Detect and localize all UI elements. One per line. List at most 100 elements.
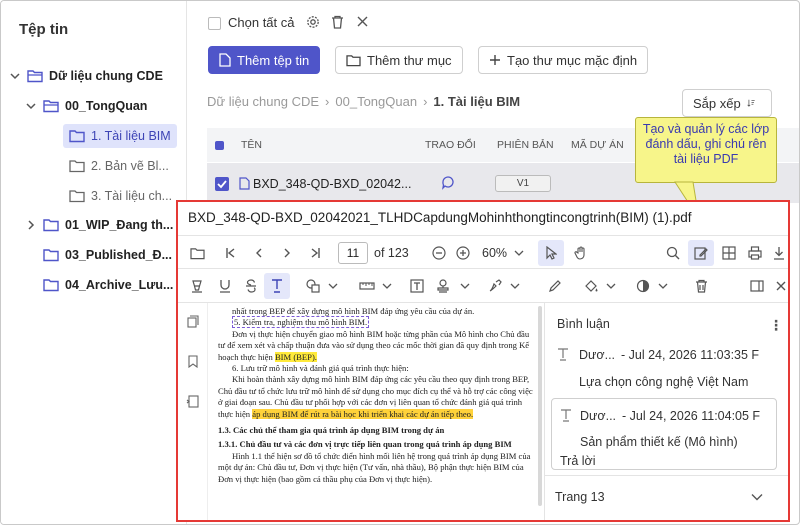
- delete-annotation-icon[interactable]: [688, 273, 714, 299]
- reply-link[interactable]: Trả lời: [560, 454, 596, 468]
- grid-view-icon[interactable]: [716, 240, 742, 266]
- panel-toggle-icon[interactable]: [744, 273, 770, 299]
- folder-icon: [69, 159, 85, 173]
- tree-item-label: 04_Archive_Lưu...: [65, 278, 174, 292]
- highlight-annotation[interactable]: áp dụng BIM để rút ra bài học khi triển …: [252, 408, 474, 419]
- pdf-file-icon: [239, 177, 250, 190]
- signature-icon[interactable]: [482, 273, 508, 299]
- highlight-icon[interactable]: [184, 273, 210, 299]
- last-page-icon[interactable]: [302, 240, 328, 266]
- folder-icon[interactable]: [184, 240, 210, 266]
- print-icon[interactable]: [742, 240, 768, 266]
- column-header-project-code[interactable]: MÃ DỰ ÁN: [571, 139, 624, 151]
- row-checkbox[interactable]: [215, 177, 229, 191]
- first-page-icon[interactable]: [218, 240, 244, 266]
- trash-icon[interactable]: [331, 15, 344, 29]
- tree-item-03-published[interactable]: 03_Published_Đ...: [43, 243, 172, 267]
- tree-item-tai-lieu-ch[interactable]: 3. Tài liệu ch...: [69, 184, 172, 208]
- comment-text: Sản phẩm thiết kế (Mô hình): [580, 435, 738, 449]
- zoom-level[interactable]: 60%: [482, 246, 507, 260]
- highlight-annotation[interactable]: BIM (BEP).: [274, 351, 317, 362]
- stamp-icon[interactable]: [430, 273, 456, 299]
- chevron-down-icon[interactable]: [25, 100, 37, 112]
- tree-item-label: 01_WIP_Đang th...: [65, 218, 174, 232]
- sort-label: Sắp xếp: [693, 95, 741, 111]
- tree-item-04-archive[interactable]: 04_Archive_Lưu...: [43, 273, 173, 297]
- chat-icon[interactable]: [441, 176, 455, 190]
- viewer-left-rail: [178, 303, 208, 520]
- zoom-in-icon[interactable]: [450, 240, 476, 266]
- breadcrumb-separator: ›: [423, 94, 428, 109]
- doc-line: 5. Kiểm tra, nghiệm thu mô hình BIM.: [218, 316, 536, 329]
- page-total: of 123: [374, 246, 409, 260]
- add-folder-button[interactable]: Thêm thư mục: [335, 46, 463, 74]
- zoom-out-icon[interactable]: [426, 240, 452, 266]
- chevron-down-icon[interactable]: [514, 249, 524, 257]
- select-all-checkbox[interactable]: [208, 17, 221, 30]
- search-icon[interactable]: [660, 240, 686, 266]
- chevron-down-icon[interactable]: [460, 282, 470, 290]
- close-icon[interactable]: [356, 15, 369, 28]
- measure-icon[interactable]: [354, 273, 380, 299]
- column-header-exchange[interactable]: TRAO ĐỔI: [425, 139, 476, 151]
- prev-page-icon[interactable]: [246, 240, 272, 266]
- chevron-down-icon[interactable]: [658, 282, 668, 290]
- comment-card-selected[interactable]: Dươ... - Jul 24, 2026 11:04:05 F Sản phẩ…: [551, 398, 777, 470]
- column-header-version[interactable]: PHIÊN BẢN: [497, 139, 554, 151]
- create-default-folder-button[interactable]: Tạo thư mục mặc định: [478, 46, 649, 74]
- more-options-icon[interactable]: ⋮: [769, 317, 783, 334]
- chevron-down-icon[interactable]: [510, 282, 520, 290]
- next-page-icon[interactable]: [274, 240, 300, 266]
- viewer-title: BXD_348-QD-BXD_02042021_TLHDCapdungMohin…: [188, 210, 692, 225]
- breadcrumb-item[interactable]: 00_TongQuan: [335, 94, 417, 109]
- text-comment-icon: [560, 409, 572, 422]
- text-insert-icon[interactable]: [264, 273, 290, 299]
- box-annotation[interactable]: 5. Kiểm tra, nghiệm thu mô hình BIM.: [232, 316, 370, 329]
- chevron-down-icon[interactable]: [328, 282, 338, 290]
- tree-item-ban-ve[interactable]: 2. Bản vẽ Bl...: [69, 154, 169, 178]
- text-box-icon[interactable]: [404, 273, 430, 299]
- comment-author: Dươ...: [579, 348, 616, 362]
- pages-icon[interactable]: [187, 315, 199, 328]
- shapes-icon[interactable]: [300, 273, 326, 299]
- tree-item-tai-lieu-bim[interactable]: 1. Tài liệu BIM: [63, 124, 177, 148]
- underline-icon[interactable]: [212, 273, 238, 299]
- close-icon[interactable]: [768, 273, 788, 299]
- tree-item-01-wip[interactable]: 01_WIP_Đang th...: [25, 213, 173, 237]
- chevron-down-icon[interactable]: [9, 70, 21, 82]
- settings-icon[interactable]: [306, 15, 320, 29]
- header-checkbox[interactable]: [215, 140, 224, 150]
- annotate-edit-icon[interactable]: [688, 240, 714, 266]
- page-section-label[interactable]: Trang 13: [555, 490, 605, 504]
- chevron-right-icon[interactable]: [25, 219, 37, 231]
- outline-icon[interactable]: [186, 395, 199, 408]
- pen-draw-icon[interactable]: [542, 273, 568, 299]
- breadcrumb-item[interactable]: Dữ liệu chung CDE: [207, 94, 319, 109]
- strikethrough-icon[interactable]: [238, 273, 264, 299]
- doc-text: Đơn vị thực hiện chuyển giao mô hình BIM…: [218, 328, 530, 362]
- fill-color-icon[interactable]: [578, 273, 604, 299]
- comment-date: - Jul 24, 2026 11:04:05 F: [622, 409, 761, 423]
- add-folder-label: Thêm thư mục: [367, 52, 452, 68]
- download-icon[interactable]: [766, 240, 788, 266]
- breadcrumb-separator: ›: [325, 94, 330, 109]
- select-cursor-icon[interactable]: [538, 240, 564, 266]
- folder-open-icon: [43, 99, 59, 113]
- sort-button[interactable]: Sắp xếp: [682, 89, 772, 117]
- add-file-label: Thêm tệp tin: [237, 52, 310, 68]
- folder-icon: [69, 129, 85, 143]
- add-file-button[interactable]: Thêm tệp tin: [208, 46, 321, 74]
- page-number-input[interactable]: 11: [338, 242, 368, 264]
- comment-text[interactable]: Lựa chọn công nghệ Việt Nam: [579, 375, 748, 389]
- tree-item-00-tongquan[interactable]: 00_TongQuan: [25, 94, 147, 118]
- doc-scrollbar[interactable]: [538, 306, 542, 506]
- tree-item-du-lieu-chung[interactable]: Dữ liệu chung CDE: [9, 64, 163, 88]
- file-name[interactable]: BXD_348-QD-BXD_02042...: [253, 177, 411, 191]
- opacity-icon[interactable]: [630, 273, 656, 299]
- column-header-name[interactable]: TÊN: [241, 139, 262, 151]
- chevron-down-icon[interactable]: [751, 493, 763, 501]
- chevron-down-icon[interactable]: [382, 282, 392, 290]
- chevron-down-icon[interactable]: [606, 282, 616, 290]
- hand-pan-icon[interactable]: [568, 240, 594, 266]
- bookmark-icon[interactable]: [188, 355, 198, 368]
